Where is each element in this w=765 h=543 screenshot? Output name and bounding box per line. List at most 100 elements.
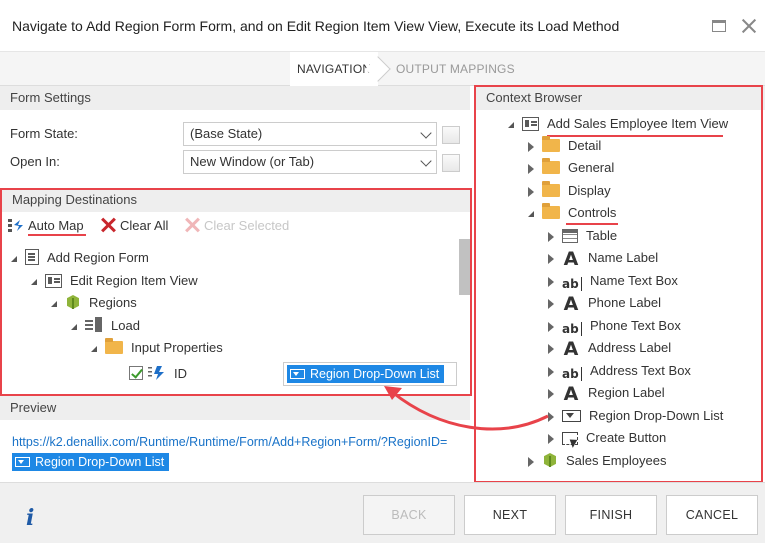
annotation-underline	[28, 234, 86, 236]
form-state-select[interactable]: (Base State)	[183, 122, 437, 146]
tree-node-label: Detail	[568, 138, 602, 153]
collapse-icon	[508, 121, 514, 128]
drag-arrow-annotation	[384, 386, 549, 431]
form-state-expression-button[interactable]	[442, 126, 460, 144]
cb-control-table[interactable]: Table	[548, 226, 617, 246]
folder-icon	[542, 136, 560, 152]
cb-node-sales-employees[interactable]: Sales Employees	[528, 451, 666, 471]
tree-node-label: Phone Label	[588, 295, 662, 310]
cb-node-detail[interactable]: Detail	[528, 136, 601, 156]
clear-selected-button[interactable]: Clear Selected	[185, 216, 289, 236]
mapping-destinations-header: Mapping Destinations	[2, 188, 470, 212]
close-icon[interactable]	[740, 17, 758, 35]
expand-icon	[548, 343, 554, 354]
cb-control-phone-textbox[interactable]: ab Phone Text Box	[548, 316, 681, 336]
tree-node-label: ID	[174, 366, 187, 381]
chevron-down-icon	[420, 127, 432, 139]
property-icon	[148, 365, 166, 381]
smartobject-icon	[65, 294, 81, 310]
maximize-icon[interactable]	[710, 17, 728, 35]
preview-token-chip[interactable]: Region Drop-Down List	[12, 453, 170, 471]
tree-node-method[interactable]: Load	[71, 316, 140, 336]
cb-node-display[interactable]: Display	[528, 181, 611, 201]
open-in-value: New Window (or Tab)	[190, 154, 315, 169]
info-icon[interactable]: i	[26, 505, 34, 531]
dialog-title: Navigate to Add Region Form Form, and on…	[12, 18, 620, 34]
tree-node-view[interactable]: Edit Region Item View	[31, 271, 198, 291]
clear-all-label: Clear All	[120, 218, 169, 233]
cb-node-controls[interactable]: Controls	[528, 203, 616, 223]
tree-node-label: Display	[568, 183, 611, 198]
dropdown-icon	[290, 369, 305, 379]
form-settings-header: Form Settings	[0, 86, 470, 110]
cb-node-general[interactable]: General	[528, 158, 614, 178]
collapse-icon	[91, 345, 97, 352]
folder-icon	[105, 338, 123, 354]
mapped-checkbox[interactable]	[129, 366, 143, 380]
tree-node-label: Controls	[568, 205, 617, 220]
step-navigation[interactable]: NAVIGATION	[290, 52, 378, 86]
tree-node-label: Address Text Box	[590, 363, 691, 378]
next-button[interactable]: NEXT	[464, 495, 556, 535]
wizard-steps: NAVIGATION OUTPUT MAPPINGS	[0, 52, 765, 86]
finish-button[interactable]: FINISH	[565, 495, 657, 535]
context-browser-header: Context Browser	[476, 86, 765, 110]
collapse-icon	[528, 210, 534, 217]
tree-node-label: Phone Text Box	[590, 318, 681, 333]
collapse-icon	[31, 278, 37, 285]
label-icon: A	[563, 293, 579, 315]
folder-icon	[542, 181, 560, 197]
auto-map-button[interactable]: Auto Map	[8, 216, 84, 236]
tree-node-label: Address Label	[588, 340, 672, 355]
back-button[interactable]: BACK	[363, 495, 455, 535]
collapse-icon	[71, 323, 77, 330]
clear-all-button[interactable]: Clear All	[101, 216, 168, 236]
cb-control-address-label[interactable]: A Address Label	[548, 338, 672, 360]
tree-node-property-id[interactable]: ID	[129, 364, 187, 384]
tree-node-label: Input Properties	[131, 340, 223, 355]
expand-icon	[548, 276, 554, 287]
cb-control-name-label[interactable]: A Name Label	[548, 248, 658, 270]
auto-map-icon	[8, 218, 24, 232]
tree-node-label: Add Sales Employee Item View	[547, 116, 729, 131]
dialog-titlebar: Navigate to Add Region Form Form, and on…	[0, 0, 765, 52]
tree-node-label: Name Text Box	[590, 273, 678, 288]
cb-node-root-view[interactable]: Add Sales Employee Item View	[508, 114, 728, 134]
tree-node-label: Table	[586, 228, 618, 243]
expand-icon	[528, 456, 534, 467]
dialog-footer: i BACK NEXT FINISH CANCEL	[0, 482, 765, 543]
tree-node-label: General	[568, 160, 615, 175]
expand-icon	[528, 186, 534, 197]
clear-icon	[101, 218, 115, 232]
tree-node-input-properties[interactable]: Input Properties	[91, 338, 223, 358]
tree-node-label: Region Label	[588, 385, 665, 400]
chip-label: Region Drop-Down List	[35, 455, 165, 469]
tree-node-label: Load	[111, 318, 140, 333]
mapping-scrollbar[interactable]	[459, 239, 470, 295]
table-icon	[562, 229, 578, 243]
cb-control-phone-label[interactable]: A Phone Label	[548, 293, 662, 315]
tree-node-label: Sales Employees	[566, 453, 667, 468]
clear-selected-label: Clear Selected	[204, 218, 290, 233]
tree-node-form[interactable]: Add Region Form	[11, 248, 149, 268]
open-in-select[interactable]: New Window (or Tab)	[183, 150, 437, 174]
open-in-label: Open In:	[10, 154, 60, 169]
label-icon: A	[563, 338, 579, 360]
tree-node-label: Regions	[89, 295, 137, 310]
step-output-mappings[interactable]: OUTPUT MAPPINGS	[396, 52, 515, 86]
expand-icon	[528, 163, 534, 174]
tree-node-label: Region Drop-Down List	[589, 408, 724, 423]
form-icon	[25, 249, 39, 265]
smartobject-icon	[542, 452, 558, 468]
cancel-button[interactable]: CANCEL	[666, 495, 758, 535]
form-state-value: (Base State)	[190, 126, 263, 141]
cb-control-name-textbox[interactable]: ab Name Text Box	[548, 271, 678, 291]
expand-icon	[548, 253, 554, 264]
open-in-expression-button[interactable]	[442, 154, 460, 172]
view-icon	[45, 274, 62, 288]
textbox-icon: ab	[562, 276, 582, 292]
method-icon	[85, 317, 103, 333]
label-icon: A	[563, 248, 579, 270]
tree-node-label: Add Region Form	[47, 250, 149, 265]
tree-node-smartobject[interactable]: Regions	[51, 293, 137, 313]
